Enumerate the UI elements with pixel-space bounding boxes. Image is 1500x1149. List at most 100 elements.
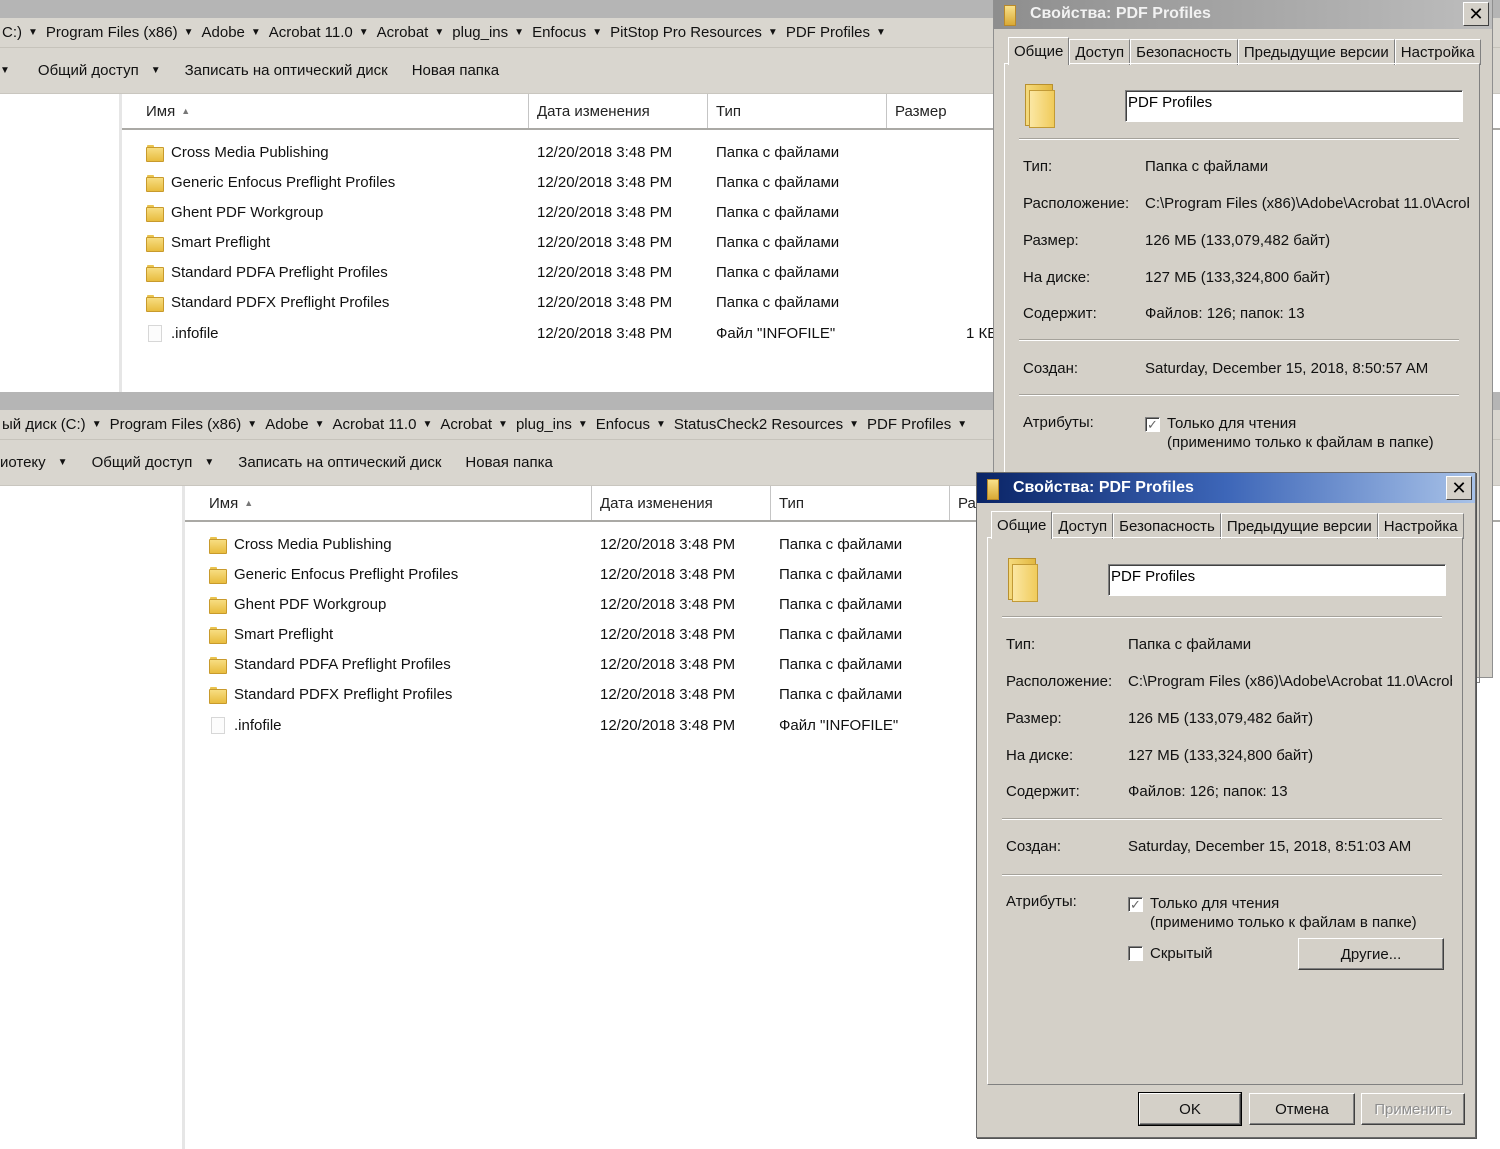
breadcrumb-program-files[interactable]: Program Files (x86) ▼ [46,24,194,41]
breadcrumb-acrobat-11[interactable]: Acrobat 11.0 ▼ [332,416,432,433]
breadcrumb-drive[interactable]: ый диск (C:) ▼ [2,416,102,433]
column-header-type[interactable]: Тип [771,486,950,520]
file-date: 12/20/2018 3:48 PM [537,263,673,281]
file-row[interactable]: Standard PDFA Preflight Profiles 12/20/2… [122,257,1122,287]
close-icon[interactable]: ✕ [1446,476,1472,500]
dropdown-arrow-icon[interactable]: ▼ [514,27,524,38]
share-button[interactable]: Общий доступ ▼ [38,62,161,79]
readonly-checkbox-row[interactable]: ✓ Только для чтения (применимо только к ф… [1128,894,1417,932]
dropdown-arrow-icon[interactable]: ▼ [849,419,859,430]
breadcrumb-plug-ins[interactable]: plug_ins ▼ [516,416,588,433]
breadcrumb-program-files[interactable]: Program Files (x86) ▼ [110,416,258,433]
breadcrumb-pdf-profiles[interactable]: PDF Profiles ▼ [786,24,886,41]
dropdown-arrow-icon[interactable]: ▼ [498,419,508,430]
location-label: Расположение: [1023,195,1130,212]
readonly-checkbox[interactable]: ✓ [1145,417,1160,432]
file-row[interactable]: Standard PDFX Preflight Profiles 12/20/2… [122,287,1122,317]
file-row[interactable]: Cross Media Publishing 12/20/2018 3:48 P… [122,137,1122,167]
separator [1002,818,1442,820]
created-label: Создан: [1023,360,1079,377]
column-header-date[interactable]: Дата изменения [529,94,708,128]
share-button[interactable]: Общий доступ ▼ [92,454,215,471]
dropdown-arrow-icon[interactable]: ▼ [592,27,602,38]
library-dropdown-button[interactable]: ▼ [0,65,10,76]
folder-name-input[interactable]: PDF Profiles [1108,564,1446,596]
created-value: Saturday, December 15, 2018, 8:50:57 AM [1145,360,1429,377]
close-icon[interactable]: ✕ [1463,2,1489,26]
breadcrumb-adobe[interactable]: Adobe ▼ [202,24,261,41]
tab-customize[interactable]: Настройка [1377,513,1464,539]
tab-security[interactable]: Безопасность [1113,513,1221,539]
navigation-pane[interactable] [0,94,122,392]
burn-disc-button[interactable]: Записать на оптический диск [238,454,441,471]
tab-customize[interactable]: Настройка [1394,39,1481,65]
file-row[interactable]: .infofile 12/20/2018 3:48 PM Файл "INFOF… [122,318,1122,348]
size-value: 126 МБ (133,079,482 байт) [1128,710,1314,727]
dropdown-arrow-icon[interactable]: ▼ [768,27,778,38]
dropdown-arrow-icon[interactable]: ▼ [578,419,588,430]
breadcrumb-adobe[interactable]: Adobe ▼ [265,416,324,433]
tab-previous-versions[interactable]: Предыдущие версии [1237,39,1395,65]
apply-button[interactable]: Применить [1361,1093,1465,1125]
file-row[interactable]: Ghent PDF Workgroup 12/20/2018 3:48 PM П… [122,197,1122,227]
cancel-button[interactable]: Отмена [1249,1093,1355,1125]
dropdown-arrow-icon[interactable]: ▼ [28,27,38,38]
dropdown-arrow-icon[interactable]: ▼ [434,27,444,38]
breadcrumb-acrobat[interactable]: Acrobat ▼ [440,416,508,433]
library-button[interactable]: иотеку ▼ [0,454,68,471]
dropdown-arrow-icon[interactable]: ▼ [204,457,214,468]
file-row[interactable]: Smart Preflight 12/20/2018 3:48 PM Папка… [122,227,1122,257]
readonly-checkbox-row[interactable]: ✓ Только для чтения (применимо только к ф… [1145,414,1434,452]
tab-previous-versions[interactable]: Предыдущие версии [1220,513,1378,539]
tab-general[interactable]: Общие [1008,37,1070,65]
advanced-button[interactable]: Другие... [1298,938,1444,970]
breadcrumb-acrobat-11[interactable]: Acrobat 11.0 ▼ [269,24,369,41]
dialog-titlebar[interactable]: Свойства: PDF Profiles ✕ [977,473,1475,503]
dropdown-arrow-icon[interactable]: ▼ [151,65,161,76]
breadcrumb-enfocus[interactable]: Enfocus ▼ [532,24,602,41]
file-type: Папка с файлами [779,685,903,703]
on-disk-label: На диске: [1006,747,1074,764]
breadcrumb-acrobat[interactable]: Acrobat ▼ [377,24,445,41]
column-header-name[interactable]: Имя ▲ [122,94,529,128]
breadcrumb-pdf-profiles[interactable]: PDF Profiles ▼ [867,416,967,433]
folder-icon [1006,558,1040,602]
burn-disc-button[interactable]: Записать на оптический диск [185,62,388,79]
hidden-checkbox-row[interactable]: Скрытый [1128,944,1213,963]
file-row[interactable]: Generic Enfocus Preflight Profiles 12/20… [122,167,1122,197]
column-header-type[interactable]: Тип [708,94,887,128]
tab-sharing[interactable]: Доступ [1052,513,1114,539]
file-date: 12/20/2018 3:48 PM [537,143,673,161]
breadcrumb-statuscheck-resources[interactable]: StatusCheck2 Resources ▼ [674,416,859,433]
dropdown-arrow-icon[interactable]: ▼ [58,457,68,468]
dropdown-arrow-icon[interactable]: ▼ [359,27,369,38]
dropdown-arrow-icon[interactable]: ▼ [957,419,967,430]
readonly-checkbox[interactable]: ✓ [1128,897,1143,912]
file-name: Standard PDFA Preflight Profiles [234,655,451,673]
dialog-titlebar[interactable]: Свойства: PDF Profiles ✕ [994,0,1492,29]
new-folder-button[interactable]: Новая папка [412,62,499,79]
dropdown-arrow-icon[interactable]: ▼ [0,65,10,76]
ok-button[interactable]: OK [1138,1092,1242,1126]
column-header-date[interactable]: Дата изменения [592,486,771,520]
column-header-name[interactable]: Имя ▲ [185,486,592,520]
dropdown-arrow-icon[interactable]: ▼ [656,419,666,430]
hidden-checkbox[interactable] [1128,946,1143,961]
tab-sharing[interactable]: Доступ [1069,39,1131,65]
dropdown-arrow-icon[interactable]: ▼ [422,419,432,430]
breadcrumb-pitstop-resources[interactable]: PitStop Pro Resources ▼ [610,24,778,41]
dropdown-arrow-icon[interactable]: ▼ [251,27,261,38]
breadcrumb-enfocus[interactable]: Enfocus ▼ [596,416,666,433]
tab-security[interactable]: Безопасность [1130,39,1238,65]
breadcrumb-plug-ins[interactable]: plug_ins ▼ [452,24,524,41]
breadcrumb-drive[interactable]: C:) ▼ [2,24,38,41]
tab-general[interactable]: Общие [991,511,1053,539]
dropdown-arrow-icon[interactable]: ▼ [92,419,102,430]
dropdown-arrow-icon[interactable]: ▼ [315,419,325,430]
navigation-pane[interactable] [0,486,185,1149]
dropdown-arrow-icon[interactable]: ▼ [184,27,194,38]
dropdown-arrow-icon[interactable]: ▼ [876,27,886,38]
new-folder-button[interactable]: Новая папка [465,454,552,471]
dropdown-arrow-icon[interactable]: ▼ [247,419,257,430]
folder-name-input[interactable]: PDF Profiles [1125,90,1463,122]
